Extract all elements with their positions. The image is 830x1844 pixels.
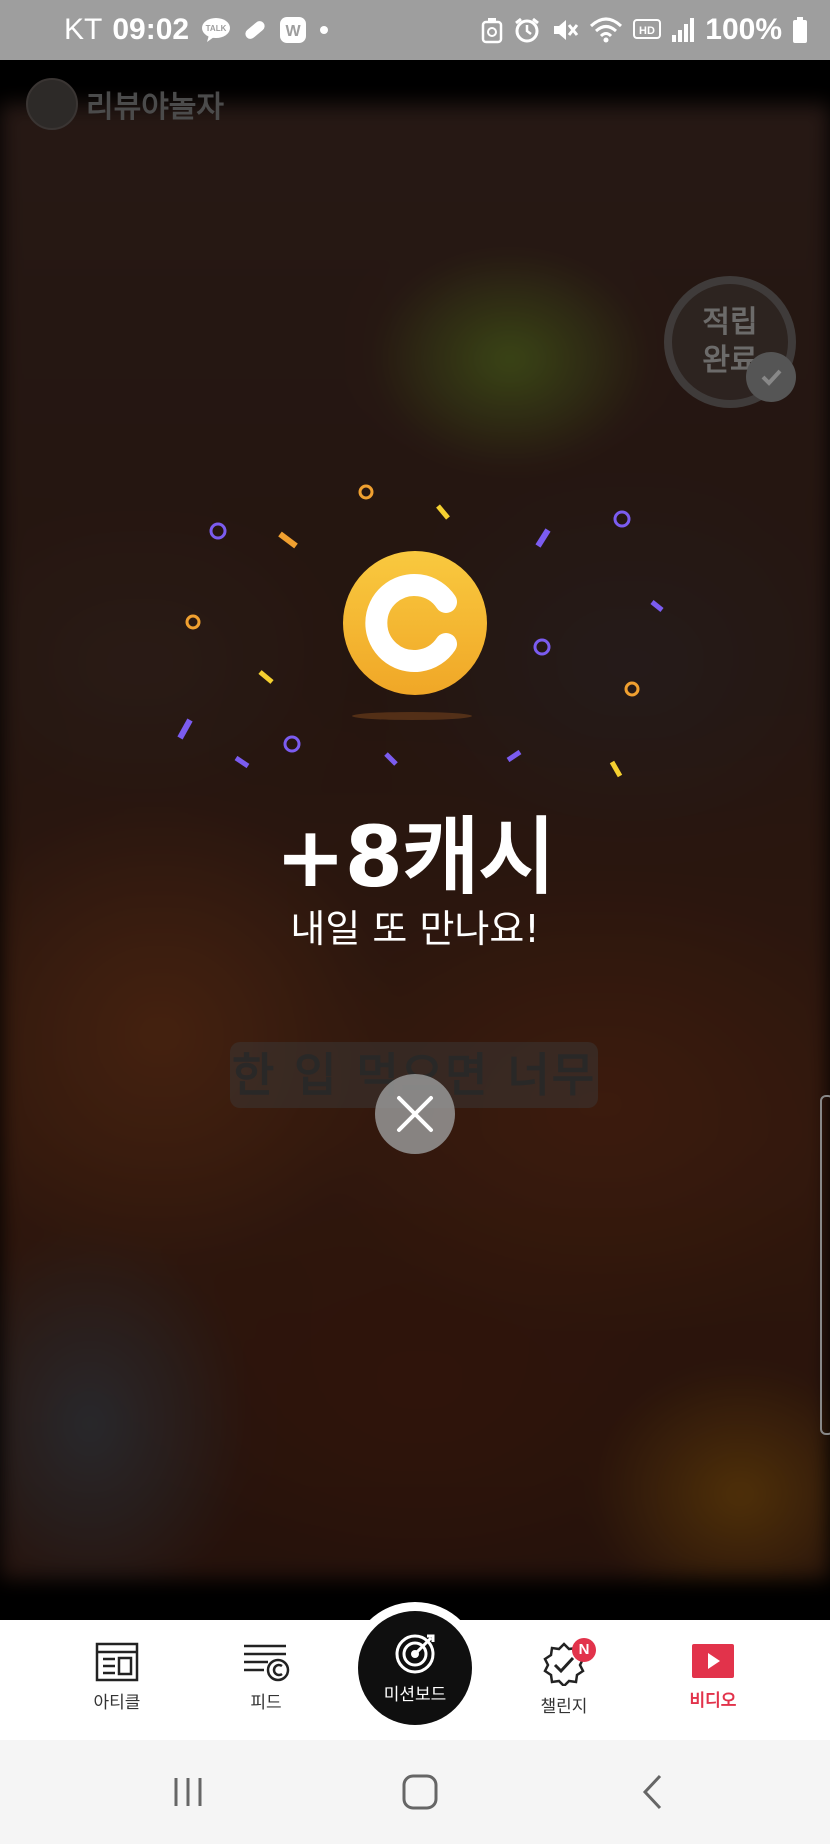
clock: 09:02 [112,13,190,46]
carrier-label: KT [64,13,103,46]
status-bar: KT 09:02 TALK W HD 100% [0,0,830,60]
nav-item-mission-board-label: 미션보드 [383,1684,447,1705]
nav-item-article-label: 아티클 [93,1693,141,1713]
nav-item-article[interactable]: 아티클 [57,1642,177,1732]
video-play-icon [692,1644,734,1678]
notification-icons: TALK W [201,16,331,44]
reward-message: 내일 또 만나요! [290,907,540,951]
nav-item-video-label: 비디오 [689,1691,737,1711]
bottom-nav: 아티클 피드 미션보드 챌린지 N 비디오 [0,1602,830,1740]
recent-apps-icon [174,1778,202,1806]
battery-icon [792,16,808,44]
hd-icon: HD [633,18,662,42]
alarm-icon [513,16,541,44]
cash-coin-icon [343,551,487,695]
signal-icon [671,17,695,43]
coin-shadow [352,712,472,720]
battery-percentage: 100% [705,13,782,46]
nav-item-challenge[interactable]: 챌린지 [504,1642,624,1732]
nav-item-video[interactable]: 비디오 [653,1642,773,1732]
nav-item-mission-board[interactable]: 미션보드 [349,1602,481,1734]
system-nav-bar [0,1740,830,1844]
recent-apps-button[interactable] [158,1770,218,1814]
nav-item-challenge-label: 챌린지 [540,1697,588,1717]
dot-icon [317,23,331,37]
svg-text:W: W [286,23,302,40]
talk-icon: TALK [201,17,231,43]
nav-item-feed[interactable]: 피드 [206,1642,326,1732]
new-badge: N [572,1638,596,1662]
mute-icon [551,16,579,44]
home-button[interactable] [390,1770,450,1814]
wifi-icon [589,16,623,44]
target-icon [395,1634,435,1673]
close-button[interactable] [375,1074,455,1154]
system-status-icons: HD 100% [481,13,808,47]
channel-avatar[interactable] [26,78,78,130]
svg-text:HD: HD [639,25,655,37]
pill-icon [241,16,269,44]
mission-board-button[interactable]: 미션보드 [358,1611,472,1725]
reward-amount: +8캐시 [275,808,555,906]
recycle-icon [481,16,503,44]
side-panel-handle[interactable] [820,1095,830,1435]
svg-text:TALK: TALK [206,24,227,33]
back-button[interactable] [622,1770,682,1814]
w-app-icon: W [279,16,307,44]
channel-header[interactable]: 리뷰야놀자 [26,78,224,130]
channel-name[interactable]: 리뷰야놀자 [86,82,224,126]
back-icon [642,1774,662,1810]
check-icon [746,352,796,402]
nav-item-feed-label: 피드 [250,1693,282,1713]
feed-icon [244,1644,290,1682]
close-icon [397,1096,433,1132]
article-icon [95,1642,139,1682]
home-icon [402,1774,438,1810]
earned-badge-line1: 적립 [702,305,758,340]
